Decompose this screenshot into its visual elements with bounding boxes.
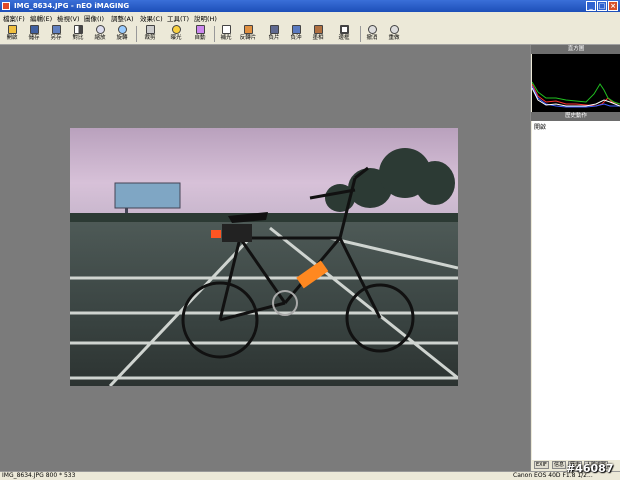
- saddle-bag: [222, 224, 252, 242]
- photo-bicycle-parking-lot[interactable]: [70, 128, 458, 386]
- compare-icon: [73, 25, 83, 34]
- zoom-button[interactable]: 縮放: [88, 24, 112, 44]
- cross-process-icon: [291, 25, 301, 34]
- menu-image[interactable]: 圖像(I): [84, 13, 104, 23]
- menu-help[interactable]: 說明(H): [194, 13, 217, 23]
- histogram-header: 直方圖: [531, 45, 620, 54]
- save-button[interactable]: 儲存: [22, 24, 46, 44]
- menu-file[interactable]: 檔案(F): [3, 13, 25, 23]
- histogram-graph: [531, 81, 620, 108]
- menu-tools[interactable]: 工具(T): [167, 13, 189, 23]
- window-title: IMG_8634.JPG - nEO iMAGING: [14, 2, 130, 10]
- menu-bar: 檔案(F) 編輯(E) 檢視(V) 圖像(I) 調整(A) 效果(C) 工具(T…: [0, 12, 620, 23]
- crop-button[interactable]: 裁剪: [138, 24, 162, 44]
- title-bar: IMG_8634.JPG - nEO iMAGING _ □ ×: [0, 0, 620, 12]
- histogram: [531, 54, 620, 114]
- magic-wand-icon: [195, 25, 205, 34]
- status-file-info: IMG_8634.JPG 800 * 533: [2, 472, 76, 479]
- sun-icon: [171, 25, 181, 34]
- save-as-button[interactable]: 另存: [44, 24, 68, 44]
- negative-button[interactable]: 負片: [262, 24, 286, 44]
- close-button[interactable]: ×: [608, 1, 618, 11]
- redo-button[interactable]: 重做: [382, 24, 406, 44]
- floppy-disk-icon: [29, 25, 39, 34]
- sepia-button[interactable]: 墨相: [306, 24, 330, 44]
- exposure-button[interactable]: 曝光: [164, 24, 188, 44]
- tail-light: [211, 230, 221, 238]
- slide-film-icon: [243, 25, 253, 34]
- tab-info[interactable]: 信息: [552, 461, 567, 469]
- history-header: 歷史動作: [531, 112, 620, 121]
- history-item[interactable]: 開啟: [534, 122, 546, 131]
- rotate-button[interactable]: 旋轉: [110, 24, 134, 44]
- sepia-icon: [313, 25, 323, 34]
- watermark: #46087: [566, 462, 614, 475]
- side-panel: 直方圖 歷史動作 開啟 EXIF 信息 歷史 人臉追蹤: [530, 45, 620, 471]
- redo-arrow-icon: [389, 25, 399, 34]
- negative-icon: [269, 25, 279, 34]
- frame-icon: [339, 25, 349, 34]
- magnifier-icon: [95, 25, 105, 34]
- cross-process-button[interactable]: 負沖: [284, 24, 308, 44]
- toolbar: 開啟 儲存 另存 對比 縮放 旋轉 裁剪 曝光 自動 補光 反轉片 負片 負沖 …: [0, 23, 620, 45]
- menu-effects[interactable]: 效果(C): [140, 13, 163, 23]
- billboard: [114, 182, 181, 209]
- undo-arrow-icon: [367, 25, 377, 34]
- photo-scene: [70, 148, 458, 386]
- tab-exif[interactable]: EXIF: [534, 461, 549, 469]
- image-canvas[interactable]: [0, 45, 530, 471]
- folder-open-icon: [7, 25, 17, 34]
- app-icon: [2, 2, 10, 10]
- menu-adjust[interactable]: 調整(A): [111, 13, 134, 23]
- crop-icon: [145, 25, 155, 34]
- rotate-icon: [117, 25, 127, 34]
- slide-film-button[interactable]: 反轉片: [236, 24, 260, 44]
- menu-edit[interactable]: 編輯(E): [30, 13, 52, 23]
- fill-light-icon: [221, 25, 231, 34]
- auto-button[interactable]: 自動: [188, 24, 212, 44]
- open-button[interactable]: 開啟: [0, 24, 24, 44]
- menu-view[interactable]: 檢視(V): [57, 13, 80, 23]
- border-button[interactable]: 邊框: [332, 24, 356, 44]
- compare-button[interactable]: 對比: [66, 24, 90, 44]
- toolbar-separator: [136, 26, 137, 42]
- minimize-button[interactable]: _: [586, 1, 596, 11]
- save-as-icon: [51, 25, 61, 34]
- history-list: 開啟: [532, 121, 620, 460]
- maximize-button[interactable]: □: [597, 1, 607, 11]
- water-bottle: [296, 260, 329, 289]
- fill-light-button[interactable]: 補光: [214, 24, 238, 44]
- undo-button[interactable]: 撤消: [360, 24, 384, 44]
- status-bar: IMG_8634.JPG 800 * 533 Canon EOS 40D F1.…: [0, 471, 620, 480]
